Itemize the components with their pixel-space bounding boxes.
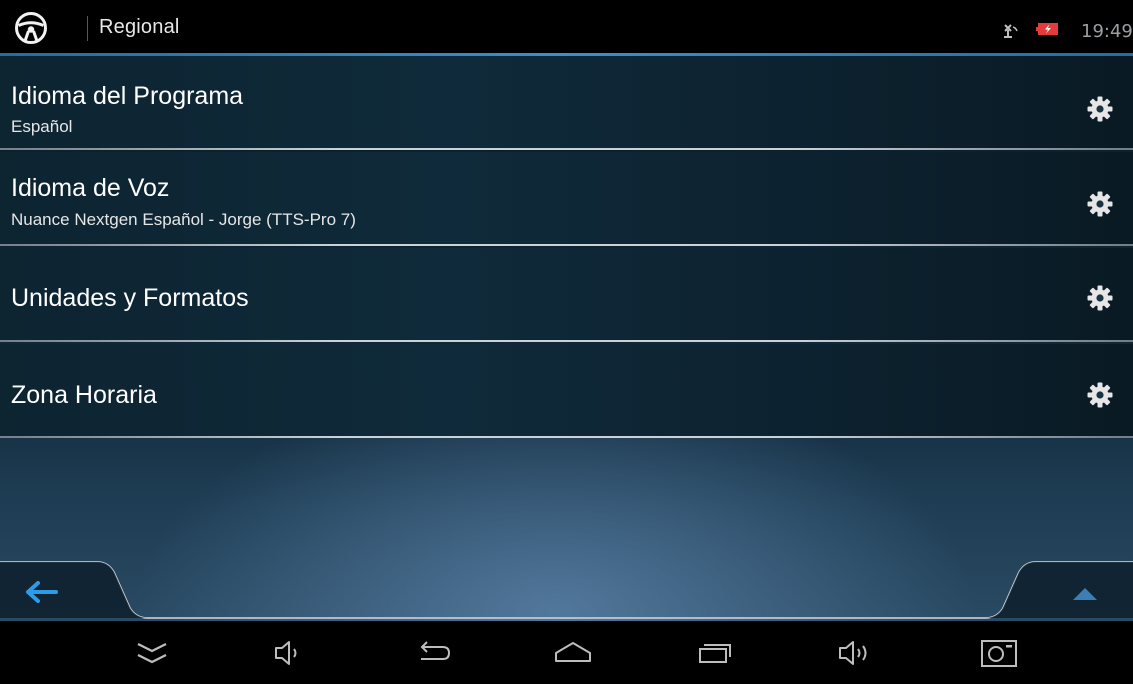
setting-value: Español — [11, 117, 73, 136]
screenshot-icon[interactable] — [979, 635, 1019, 671]
title-separator — [87, 16, 88, 41]
recent-apps-icon[interactable] — [695, 635, 735, 671]
gps-off-icon — [1004, 24, 1018, 38]
volume-down-icon[interactable] — [268, 635, 308, 671]
setting-item-voice-language[interactable]: Idioma de Voz Nuance Nextgen Español - J… — [0, 152, 1133, 246]
row-divider — [0, 436, 1133, 438]
setting-value: Nuance Nextgen Español - Jorge (TTS-Pro … — [11, 210, 356, 229]
hide-bar-icon[interactable] — [132, 635, 172, 671]
gear-icon[interactable] — [1087, 285, 1113, 311]
system-navigation-bar — [0, 621, 1133, 684]
row-divider — [0, 340, 1133, 342]
gear-icon[interactable] — [1087, 96, 1113, 122]
volume-up-icon[interactable] — [834, 635, 874, 671]
back-arrow-icon[interactable] — [0, 560, 145, 622]
setting-item-program-language[interactable]: Idioma del Programa Español — [0, 56, 1133, 150]
page-title: Regional — [99, 16, 180, 38]
bottom-bar-shape — [0, 561, 1133, 619]
setting-label: Idioma del Programa — [11, 82, 244, 110]
gear-icon[interactable] — [1087, 191, 1113, 217]
gear-icon[interactable] — [1087, 382, 1113, 408]
back-icon[interactable] — [413, 635, 453, 671]
setting-item-time-zone[interactable]: Zona Horaria — [0, 344, 1133, 438]
row-divider — [0, 244, 1133, 246]
status-time: 19:49 — [1081, 21, 1133, 42]
app-bottom-bar — [0, 560, 1133, 622]
chevron-up-icon[interactable] — [1003, 560, 1133, 622]
steering-wheel-icon[interactable] — [14, 11, 48, 45]
setting-label: Zona Horaria — [11, 381, 157, 409]
home-icon[interactable] — [553, 635, 593, 671]
setting-item-units-formats[interactable]: Unidades y Formatos — [0, 248, 1133, 342]
title-bar: Regional 19:49 — [0, 0, 1133, 56]
settings-list: Idioma del Programa Español Idioma de Vo… — [0, 56, 1133, 621]
battery-charging-icon — [1036, 23, 1058, 35]
setting-label: Idioma de Voz — [11, 174, 170, 202]
setting-label: Unidades y Formatos — [11, 284, 249, 312]
row-divider — [0, 148, 1133, 150]
